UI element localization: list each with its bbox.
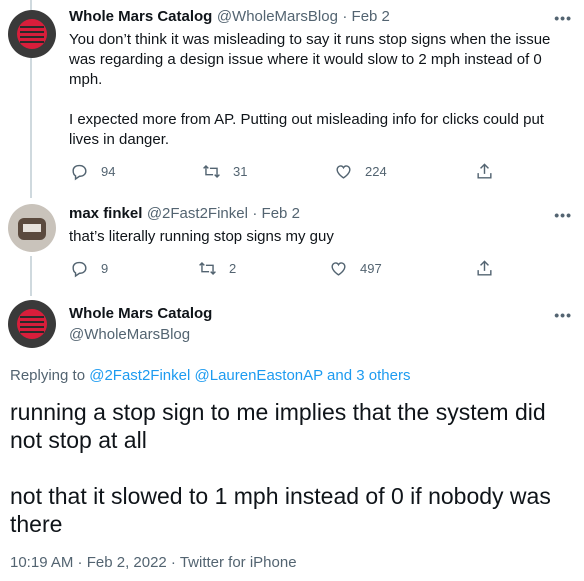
thread-line <box>30 256 32 296</box>
like-icon <box>336 165 351 179</box>
retweet-icon <box>203 164 220 179</box>
reply-icon <box>72 261 87 278</box>
reply-mention[interactable]: @2Fast2Finkel <box>89 367 190 384</box>
retweet-button[interactable]: 31 <box>202 162 247 181</box>
avatar[interactable] <box>8 10 56 58</box>
share-button[interactable] <box>475 259 506 278</box>
reply-others-link[interactable]: and 3 others <box>327 367 410 384</box>
reply-button[interactable]: 9 <box>70 259 108 278</box>
share-button[interactable] <box>475 162 506 181</box>
share-icon <box>477 260 492 276</box>
author-handle[interactable]: @WholeMarsBlog <box>217 8 338 25</box>
avatar[interactable] <box>8 204 56 252</box>
retweet-icon <box>199 261 216 276</box>
replying-to: Replying to @2Fast2Finkel @LaurenEastonA… <box>10 367 411 384</box>
like-icon <box>331 262 346 276</box>
tweet-timestamp[interactable]: 10:19 AM · Feb 2, 2022 · Twitter for iPh… <box>10 554 297 571</box>
reply-icon <box>72 164 87 181</box>
tweet-date[interactable]: · Feb 2 <box>342 8 390 25</box>
thread-line <box>30 58 32 198</box>
reply-mention[interactable]: @LaurenEastonAP <box>195 367 323 384</box>
avatar[interactable] <box>8 300 56 348</box>
more-icon[interactable]: ••• <box>554 307 572 323</box>
like-button[interactable]: 497 <box>329 259 382 278</box>
author-name[interactable]: max finkel <box>69 205 142 222</box>
reply-button[interactable]: 94 <box>70 162 115 181</box>
author-name[interactable]: Whole Mars Catalog <box>69 305 212 322</box>
author-handle[interactable]: @2Fast2Finkel <box>147 205 248 222</box>
tweet-date[interactable]: · Feb 2 <box>252 205 300 222</box>
author-handle[interactable]: @WholeMarsBlog <box>69 326 190 343</box>
main-tweet-text: running a stop sign to me implies that t… <box>10 399 551 537</box>
retweet-button[interactable]: 2 <box>198 259 236 278</box>
thread-line <box>30 0 32 10</box>
tweet-text: that’s literally running stop signs my g… <box>69 228 334 245</box>
like-button[interactable]: 224 <box>334 162 387 181</box>
tweet-text: You don’t think it was misleading to say… <box>69 31 551 148</box>
more-icon[interactable]: ••• <box>554 10 572 26</box>
author-name[interactable]: Whole Mars Catalog <box>69 8 212 25</box>
more-icon[interactable]: ••• <box>554 207 572 223</box>
share-icon <box>477 163 492 179</box>
